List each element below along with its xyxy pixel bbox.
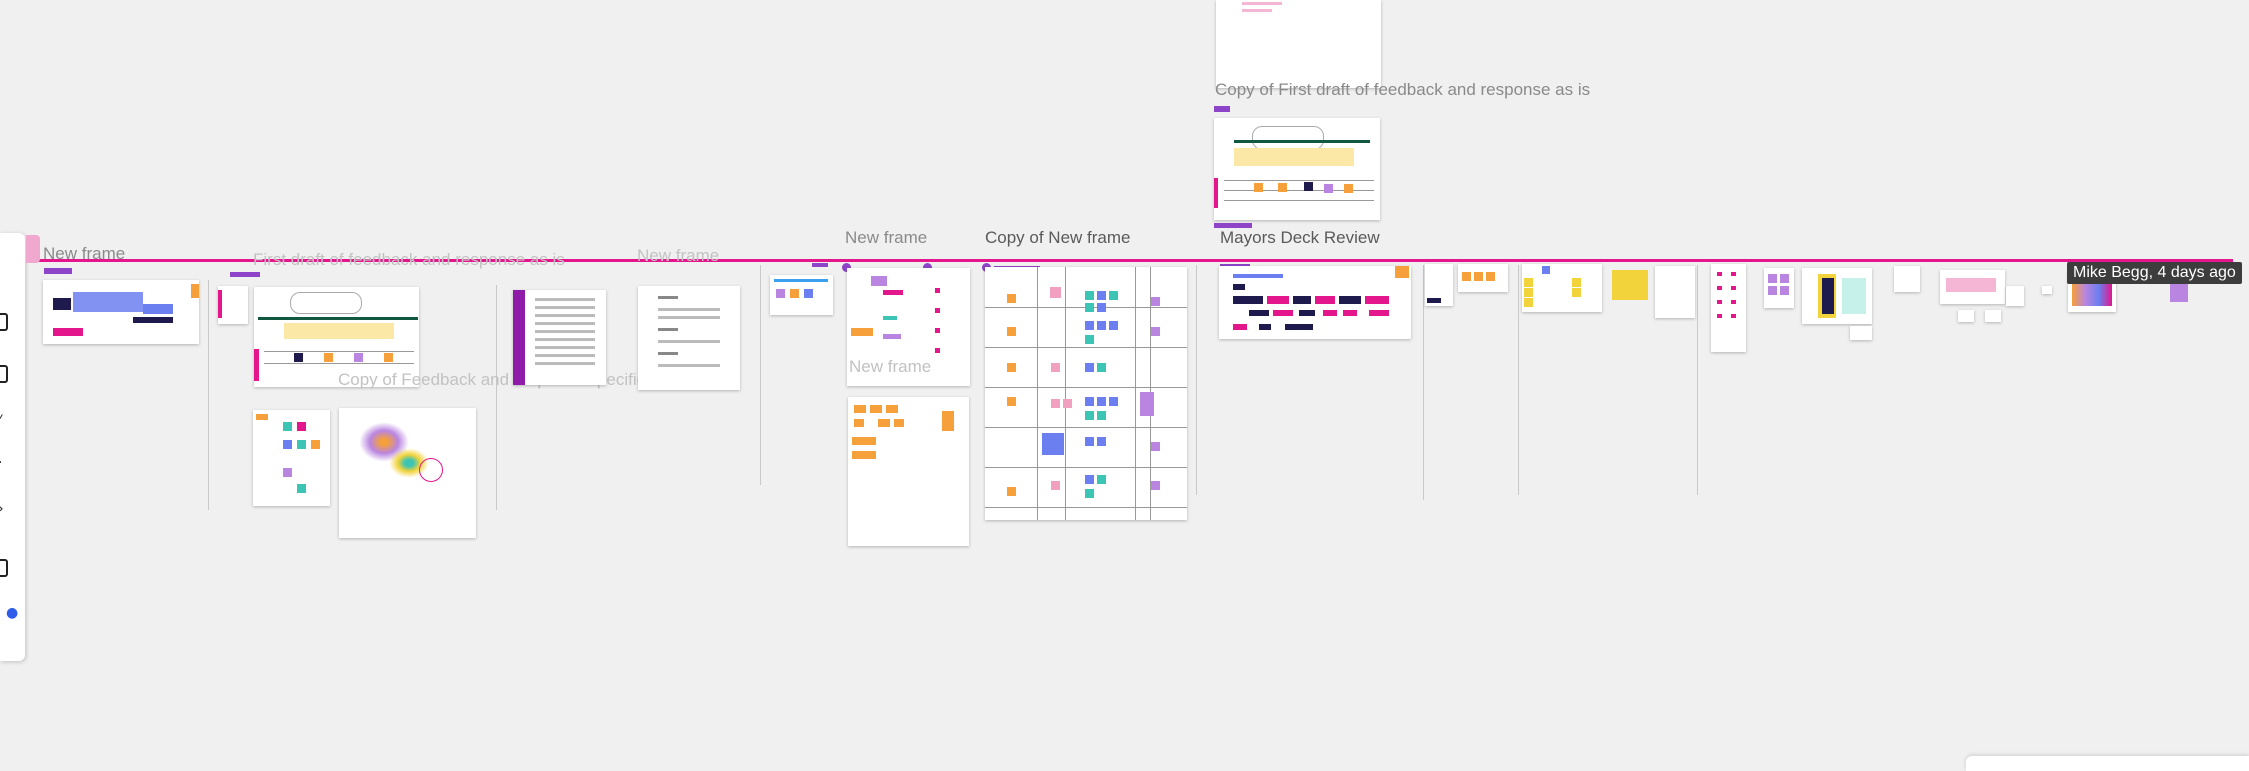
frame-label-first-draft: First draft of feedback and response as … bbox=[253, 250, 565, 269]
frame-insights-grid[interactable] bbox=[253, 410, 330, 506]
toolbar-tab[interactable] bbox=[26, 235, 40, 263]
more-tools-icon[interactable]: ● bbox=[6, 605, 18, 621]
frame-label-new-frame: New frame bbox=[849, 357, 932, 376]
divider-line bbox=[760, 265, 761, 485]
frame-small-9[interactable] bbox=[1850, 326, 1872, 340]
frame-badge bbox=[1214, 106, 1230, 112]
frame-text-doc-2[interactable] bbox=[638, 286, 740, 390]
frame-small-12[interactable] bbox=[1958, 310, 1974, 322]
divider-line bbox=[1196, 265, 1197, 495]
select-tool-icon[interactable] bbox=[0, 313, 8, 331]
frame-label-copy-new-frame: Copy of New frame bbox=[985, 228, 1131, 247]
frame-new-frame-1[interactable] bbox=[43, 280, 199, 344]
frame-label-new-frame: New frame bbox=[43, 244, 126, 263]
frame-small-14[interactable] bbox=[2006, 286, 2024, 306]
frame-small-4[interactable] bbox=[1522, 264, 1602, 312]
frame-copy-new-frame[interactable] bbox=[985, 267, 1187, 520]
frame-label-copy-first-draft: Copy of First draft of feedback and resp… bbox=[1215, 80, 1591, 99]
connector-tool-icon[interactable]: › bbox=[0, 501, 4, 517]
frame-small-10[interactable] bbox=[1894, 266, 1920, 292]
frame-small-5[interactable] bbox=[1655, 266, 1695, 318]
minimap-panel[interactable] bbox=[1966, 756, 2249, 771]
frame-small-15[interactable] bbox=[2042, 286, 2052, 294]
frame-small-8[interactable] bbox=[1802, 268, 1872, 324]
frame-copy-first-draft[interactable] bbox=[1214, 118, 1380, 220]
divider-line bbox=[1518, 265, 1519, 495]
frame-label-new-frame: New frame bbox=[845, 228, 928, 247]
sticky[interactable] bbox=[2170, 284, 2188, 302]
frame-small-7[interactable] bbox=[1764, 268, 1794, 308]
frame-small-11[interactable] bbox=[1940, 270, 2005, 304]
line-tool-icon[interactable]: · bbox=[0, 455, 2, 471]
divider-line bbox=[1423, 265, 1424, 500]
frame-small-1[interactable] bbox=[770, 275, 833, 315]
frame-tool-icon[interactable] bbox=[0, 365, 8, 383]
frame-badge bbox=[812, 263, 828, 267]
frame-small-6[interactable] bbox=[1711, 264, 1746, 352]
frame-small-13[interactable] bbox=[1985, 310, 2001, 322]
frame-badge bbox=[1214, 223, 1252, 228]
divider-line bbox=[1697, 265, 1698, 495]
frame-small-3[interactable] bbox=[1458, 264, 1508, 292]
frame-badge bbox=[44, 268, 72, 274]
frame-mayors-deck[interactable] bbox=[1219, 266, 1411, 339]
frame-label-mayors-deck: Mayors Deck Review bbox=[1220, 228, 1380, 247]
frame-badge bbox=[230, 272, 260, 277]
frame-side-strip[interactable] bbox=[218, 286, 248, 324]
shape-tool-icon[interactable] bbox=[0, 559, 8, 577]
frame-label-new-frame: New frame bbox=[637, 246, 720, 265]
frame-new-frame-4[interactable] bbox=[848, 397, 969, 546]
frame-insights-cluster[interactable] bbox=[339, 408, 476, 538]
divider-line bbox=[496, 285, 497, 510]
collaborator-cursor-label: Mike Begg, 4 days ago bbox=[2067, 262, 2242, 284]
sticky-cluster[interactable] bbox=[1612, 270, 1648, 300]
whiteboard-canvas[interactable]: Copy of First draft of feedback and resp… bbox=[0, 0, 2249, 771]
frame-text-doc-1[interactable] bbox=[513, 290, 606, 385]
left-toolbar: ⁄ · › ● bbox=[0, 233, 25, 661]
frame-top-partial[interactable] bbox=[1216, 0, 1381, 88]
frame-small-2[interactable] bbox=[1425, 264, 1453, 306]
divider-line bbox=[208, 280, 209, 510]
